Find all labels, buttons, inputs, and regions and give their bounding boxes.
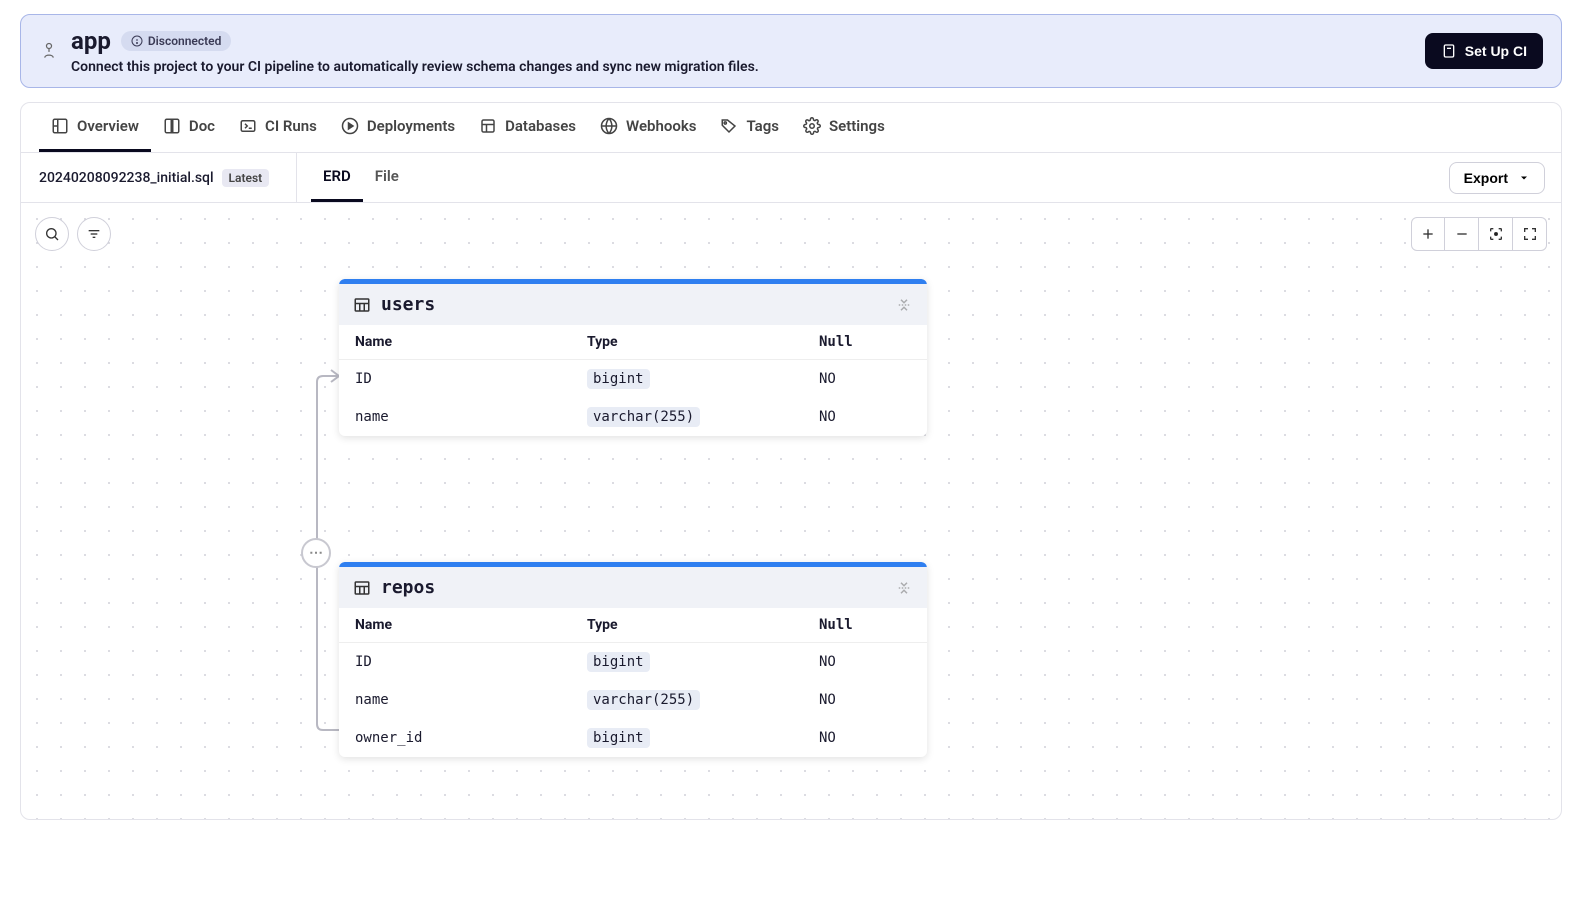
tab-ci-runs[interactable]: CI Runs <box>227 103 329 152</box>
table-icon <box>353 296 371 314</box>
subheader: 20240208092238_initial.sql Latest ERD Fi… <box>21 153 1561 203</box>
column-row: ID bigint NO <box>339 643 927 681</box>
tag-icon <box>720 117 738 135</box>
globe-icon <box>600 117 618 135</box>
table-name: users <box>381 294 885 315</box>
zoom-in-button[interactable] <box>1411 217 1445 251</box>
collapse-icon[interactable] <box>895 296 913 314</box>
migration-file[interactable]: 20240208092238_initial.sql Latest <box>21 153 297 202</box>
edge-menu-button[interactable]: ⋯ <box>301 538 331 568</box>
filter-icon <box>86 226 102 242</box>
tab-webhooks[interactable]: Webhooks <box>588 103 708 152</box>
tab-tags[interactable]: Tags <box>708 103 791 152</box>
info-icon <box>131 35 143 47</box>
center-button[interactable] <box>1479 217 1513 251</box>
column-header-row: Name Type Null <box>339 608 927 643</box>
search-icon <box>44 226 60 242</box>
column-row: owner_id bigint NO <box>339 719 927 757</box>
column-row: name varchar(255) NO <box>339 398 927 436</box>
canvas-tools-left <box>35 217 111 251</box>
view-tab-file[interactable]: File <box>363 153 411 202</box>
tab-settings[interactable]: Settings <box>791 103 897 152</box>
connection-status-badge: Disconnected <box>121 31 232 51</box>
table-icon <box>353 579 371 597</box>
file-icon <box>1441 43 1457 59</box>
runs-icon <box>239 117 257 135</box>
latest-badge: Latest <box>222 169 270 187</box>
overview-icon <box>51 117 69 135</box>
fit-button[interactable] <box>1513 217 1547 251</box>
tab-doc[interactable]: Doc <box>151 103 227 152</box>
book-icon <box>163 117 181 135</box>
database-icon <box>479 117 497 135</box>
erd-table-users[interactable]: users Name Type Null ID bigint NO name v… <box>339 279 927 436</box>
gear-icon <box>803 117 821 135</box>
ci-banner: app Disconnected Connect this project to… <box>20 14 1562 88</box>
setup-ci-button[interactable]: Set Up CI <box>1425 33 1543 69</box>
column-row: ID bigint NO <box>339 360 927 398</box>
caret-down-icon <box>1518 172 1530 184</box>
collapse-icon[interactable] <box>895 579 913 597</box>
banner-subtitle: Connect this project to your CI pipeline… <box>71 59 1413 75</box>
plus-icon <box>1420 226 1436 242</box>
minus-icon <box>1454 226 1470 242</box>
expand-icon <box>1522 226 1538 242</box>
tab-databases[interactable]: Databases <box>467 103 588 152</box>
zoom-out-button[interactable] <box>1445 217 1479 251</box>
erd-canvas[interactable]: ⋯ users Name Type Null ID bigint NO name <box>21 203 1561 819</box>
search-button[interactable] <box>35 217 69 251</box>
column-header-row: Name Type Null <box>339 325 927 360</box>
tab-overview[interactable]: Overview <box>39 103 151 152</box>
play-icon <box>341 117 359 135</box>
tab-deployments[interactable]: Deployments <box>329 103 467 152</box>
main-panel: Overview Doc CI Runs Deployments Databas… <box>20 102 1562 820</box>
erd-table-repos[interactable]: repos Name Type Null ID bigint NO name v… <box>339 562 927 757</box>
project-title: app <box>71 27 111 55</box>
canvas-tools-right <box>1411 217 1547 251</box>
primary-tabs: Overview Doc CI Runs Deployments Databas… <box>21 103 1561 153</box>
project-logo-icon <box>39 41 59 61</box>
column-row: name varchar(255) NO <box>339 681 927 719</box>
view-tab-erd[interactable]: ERD <box>311 153 363 202</box>
export-button[interactable]: Export <box>1449 162 1545 194</box>
view-tabs: ERD File <box>297 153 1449 202</box>
filter-button[interactable] <box>77 217 111 251</box>
center-icon <box>1488 226 1504 242</box>
table-name: repos <box>381 577 885 598</box>
